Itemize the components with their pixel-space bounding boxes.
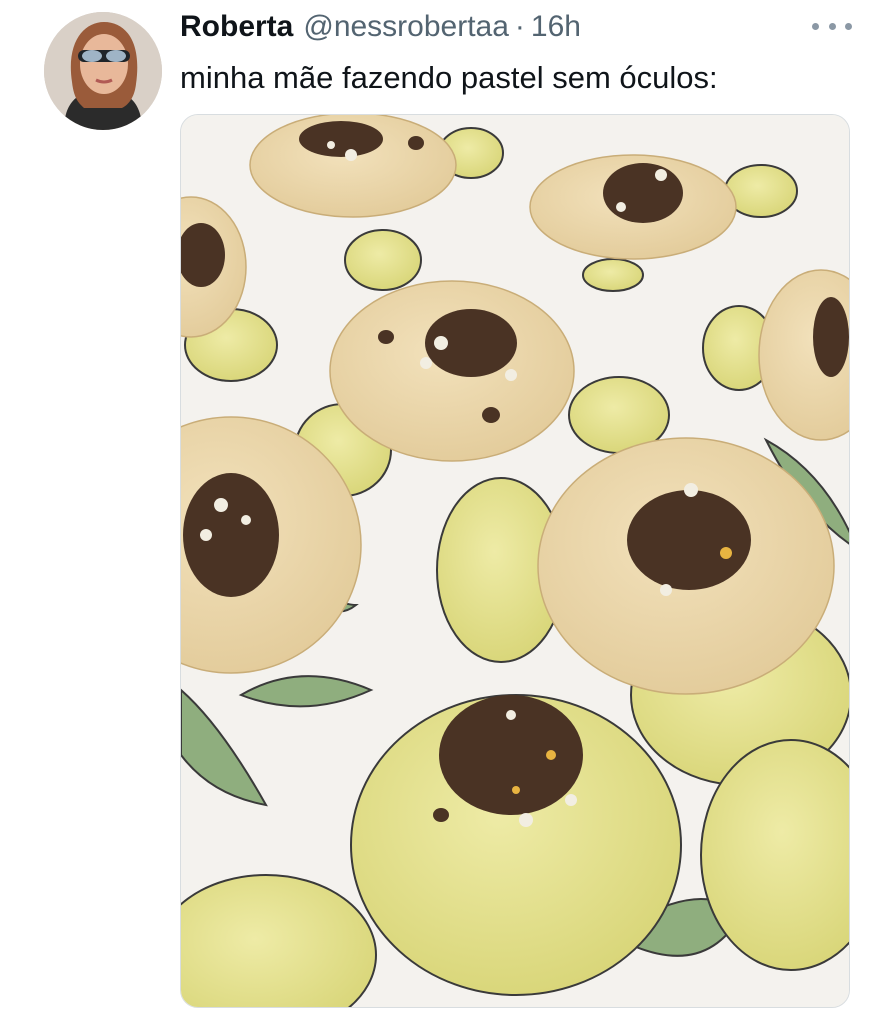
avatar-image bbox=[44, 12, 162, 130]
avatar[interactable] bbox=[44, 12, 162, 130]
separator-dot: · bbox=[514, 10, 525, 43]
tweet-photo[interactable] bbox=[180, 114, 850, 1008]
tweet-card[interactable]: Roberta @nessrobertaa · 16h minha mãe fa… bbox=[0, 0, 894, 1024]
photo-pastel-dough-on-lemon-tablecloth bbox=[181, 115, 849, 1007]
more-horizontal-icon-dot bbox=[828, 22, 836, 30]
tweet-header: Roberta @nessrobertaa · 16h bbox=[180, 10, 581, 50]
user-handle[interactable]: @nessrobertaa bbox=[303, 10, 509, 44]
display-name[interactable]: Roberta bbox=[180, 10, 293, 44]
timestamp[interactable]: 16h bbox=[531, 10, 581, 44]
more-horizontal-icon-dot bbox=[845, 22, 852, 30]
more-horizontal-icon bbox=[812, 22, 819, 30]
more-options-button[interactable] bbox=[812, 16, 852, 36]
tweet-text: minha mãe fazendo pastel sem óculos: bbox=[180, 60, 718, 95]
